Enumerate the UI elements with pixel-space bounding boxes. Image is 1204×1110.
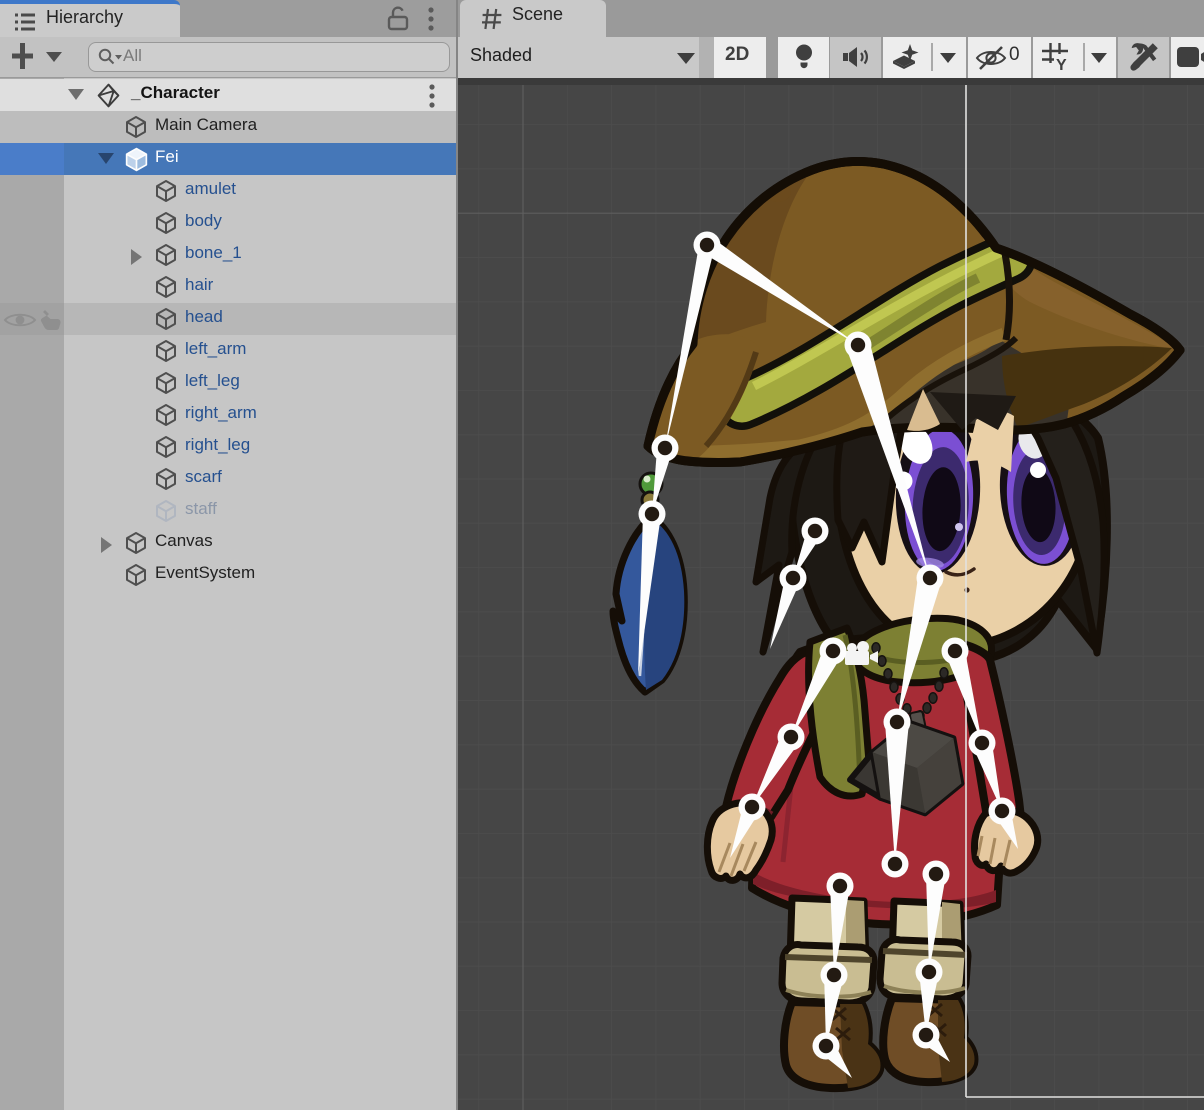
- svg-text:Y: Y: [1056, 57, 1067, 72]
